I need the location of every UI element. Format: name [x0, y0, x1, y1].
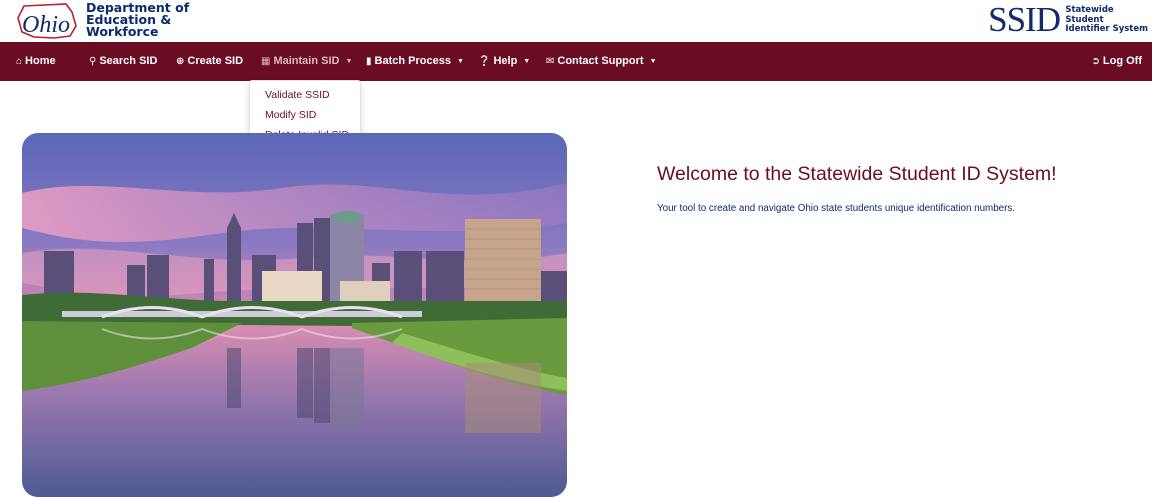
envelope-icon: ✉ [546, 56, 555, 67]
nav-batch-process[interactable]: ▮ Batch Process ▼ [366, 42, 464, 81]
chevron-down-icon: ▼ [345, 58, 353, 65]
main-navbar: ⌂ Home ⚲ Search SID ⊕ Create SID ▦ Maintain … [0, 42, 1152, 81]
calculator-icon: ▦ [261, 56, 271, 67]
nav-search-label: Search SID [99, 55, 158, 67]
department-name: Department of Education & Workforce [86, 1, 189, 39]
file-icon: ▮ [366, 56, 372, 67]
nav-maintain-sid[interactable]: ▦ Maintain SID ▼ [261, 42, 352, 81]
nav-search-sid[interactable]: ⚲ Search SID [89, 42, 157, 81]
nav-contact-support[interactable]: ✉ Contact Support ▼ [546, 42, 657, 81]
question-circle-icon: ❔ [478, 56, 491, 67]
hero-skyline-image [22, 133, 567, 497]
menu-item-modify-sid[interactable]: Modify SID [250, 105, 360, 125]
plus-circle-icon: ⊕ [176, 56, 185, 67]
ssid-logo-subtitle: Statewide Student Identifier System [1065, 5, 1148, 35]
chevron-down-icon: ▼ [649, 58, 657, 65]
nav-home-label: Home [25, 55, 56, 67]
ohio-state-logo[interactable]: Ohio [14, 2, 80, 40]
ssid-logo[interactable]: SSID [988, 2, 1061, 38]
nav-maintain-label: Maintain SID [273, 55, 340, 67]
nav-contact-label: Contact Support [557, 55, 644, 67]
search-icon: ⚲ [89, 56, 97, 67]
ssid-sub-line-3: Identifier System [1065, 24, 1148, 34]
site-header: Ohio Department of Education & Workforce… [0, 0, 1152, 42]
nav-help[interactable]: ❔ Help ▼ [478, 42, 530, 81]
home-icon: ⌂ [16, 56, 23, 67]
menu-item-validate-ssid[interactable]: Validate SSID [250, 85, 360, 105]
sign-out-icon: ➲ [1091, 56, 1100, 67]
log-off-button[interactable]: ➲ Log Off [1092, 42, 1143, 81]
chevron-down-icon: ▼ [456, 58, 464, 65]
nav-create-sid[interactable]: ⊕ Create SID [176, 42, 243, 81]
svg-text:Ohio: Ohio [22, 12, 70, 38]
nav-help-label: Help [493, 55, 518, 67]
welcome-title: Welcome to the Statewide Student ID Syst… [657, 163, 1057, 185]
chevron-down-icon: ▼ [523, 58, 531, 65]
log-off-label: Log Off [1102, 55, 1142, 67]
dept-line-3: Workforce [86, 24, 159, 39]
nav-batch-label: Batch Process [374, 55, 451, 67]
nav-home[interactable]: ⌂ Home [16, 42, 56, 81]
nav-create-label: Create SID [187, 55, 244, 67]
welcome-tagline: Your tool to create and navigate Ohio st… [657, 203, 1016, 214]
